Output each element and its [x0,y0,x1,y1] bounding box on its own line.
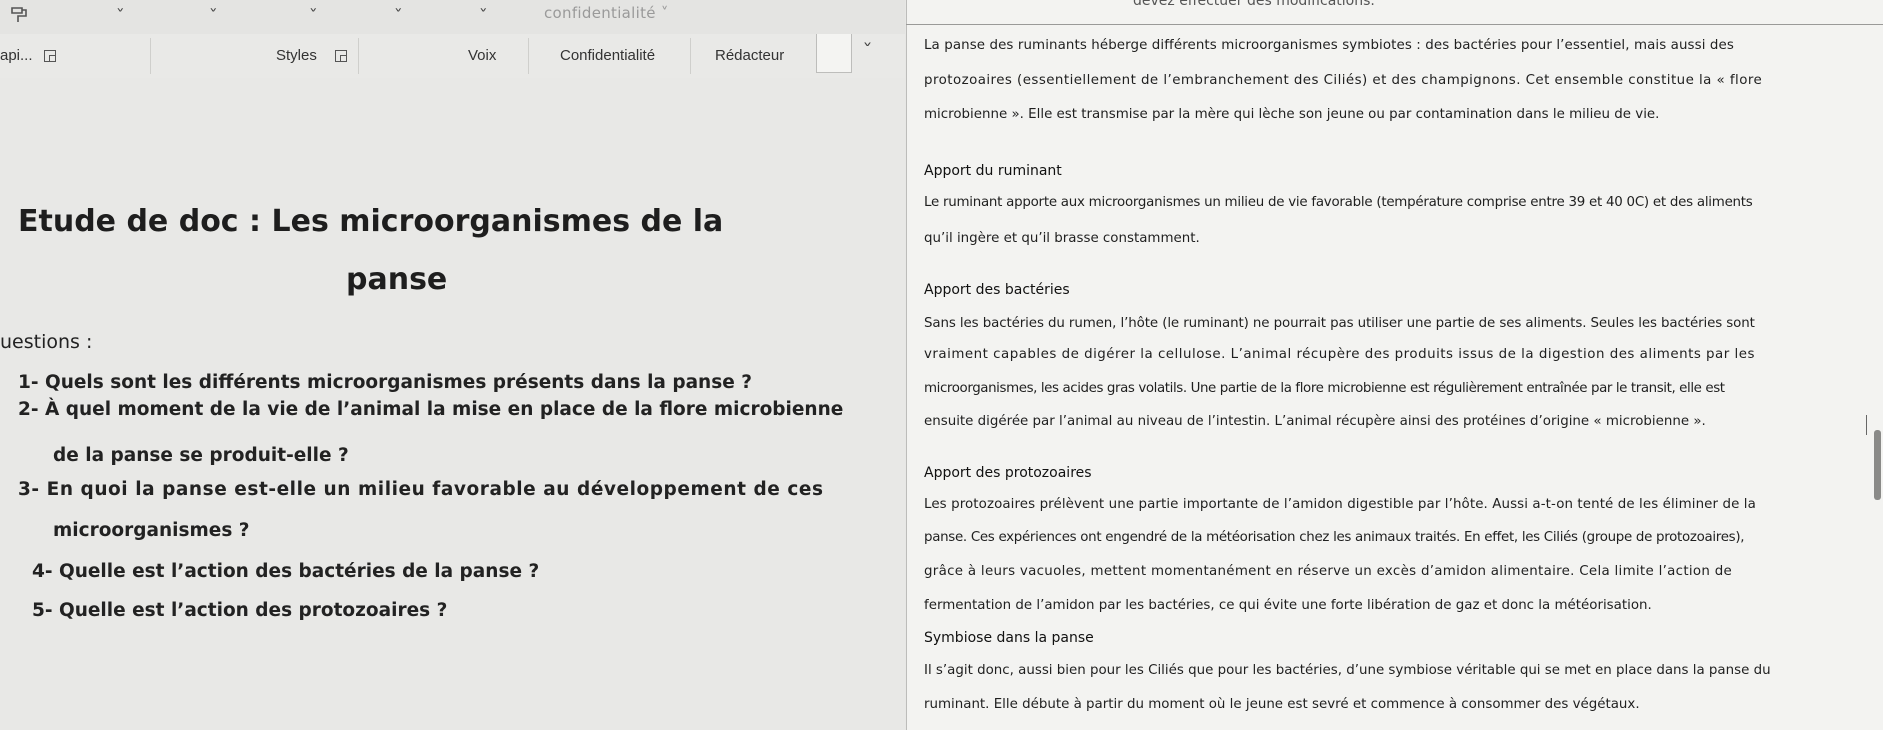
questions-heading: uestions : [0,331,93,353]
chevron-down-icon[interactable]: ˅ [394,8,403,23]
document-scrollbar[interactable] [1874,430,1881,500]
dialog-launcher-icon[interactable] [335,50,347,62]
ribbon-gallery-box[interactable] [816,34,852,73]
paragraph-line: Il s’agit donc, aussi bien pour les Cili… [924,663,1771,678]
paragraph-line: fermentation de l’amidon par les bactéri… [924,598,1652,613]
group-divider [690,38,691,74]
paragraph-line: ensuite digérée par l’animal au niveau d… [924,414,1706,429]
question-item: 3- En quoi la panse est-elle un milieu f… [18,479,824,500]
paragraph-line: vraiment capables de digérer la cellulos… [924,347,1755,362]
group-divider [358,38,359,74]
group-label-police: api... [0,47,33,64]
paragraph-line: Les protozoaires prélèvent une partie im… [924,497,1756,512]
intro-line: microbienne ». Elle est transmise par la… [924,107,1660,122]
question-item: 5- Quelle est l’action des protozoaires … [32,600,448,621]
chevron-down-icon[interactable]: ˅ [309,8,318,23]
chevron-down-icon[interactable]: ˅ [862,42,873,58]
document-divider [906,24,1883,25]
chevron-down-icon[interactable]: ˅ [479,8,488,23]
chevron-down-icon[interactable]: ˅ [116,8,125,23]
page-title-line2: panse [346,262,448,297]
paragraph-line: microorganismes, les acides gras volatil… [924,381,1725,396]
question-item: de la panse se produit-elle ? [53,445,349,466]
question-item: 1- Quels sont les différents microorgani… [18,372,752,393]
group-divider [528,38,529,74]
paragraph-line: Le ruminant apporte aux microorganismes … [924,195,1753,210]
group-label-voix: Voix [468,47,497,64]
question-item: 4- Quelle est l’action des bactéries de … [32,561,540,582]
section-heading: Apport des protozoaires [924,465,1092,481]
intro-line: La panse des ruminants héberge différent… [924,38,1734,53]
group-label-styles: Styles [276,47,317,64]
paragraph-line: Sans les bactéries du rumen, l’hôte (le … [924,316,1755,331]
page-title: Etude de doc : Les microorganismes de la [18,204,724,239]
format-painter-icon[interactable] [8,5,32,27]
paragraph-line: panse. Ces expériences ont engendré de l… [924,530,1745,545]
edit-notice: devez effectuer des modifications. [1133,0,1375,9]
group-label-redacteur: Rédacteur [715,47,785,64]
section-heading: Symbiose dans la panse [924,630,1094,646]
section-heading: Apport du ruminant [924,163,1062,179]
paragraph-line: ruminant. Elle débute à partir du moment… [924,697,1640,712]
sensitivity-dropdown[interactable]: confidentialité ˅ [544,4,669,22]
ribbon-top-bar [0,0,905,35]
question-item: 2- À quel moment de la vie de l’animal l… [18,399,844,420]
chevron-down-icon[interactable]: ˅ [209,8,218,23]
group-divider [150,38,151,74]
group-label-confidentialite: Confidentialité [560,47,656,64]
intro-line: protozoaires (essentiellement de l’embra… [924,73,1763,88]
text-cursor [1866,415,1867,435]
paragraph-line: grâce à leurs vacuoles, mettent momentan… [924,564,1733,579]
dialog-launcher-icon[interactable] [44,50,56,62]
paragraph-line: qu’il ingère et qu’il brasse constamment… [924,231,1200,246]
section-heading: Apport des bactéries [924,282,1070,298]
question-item: microorganismes ? [53,520,250,541]
